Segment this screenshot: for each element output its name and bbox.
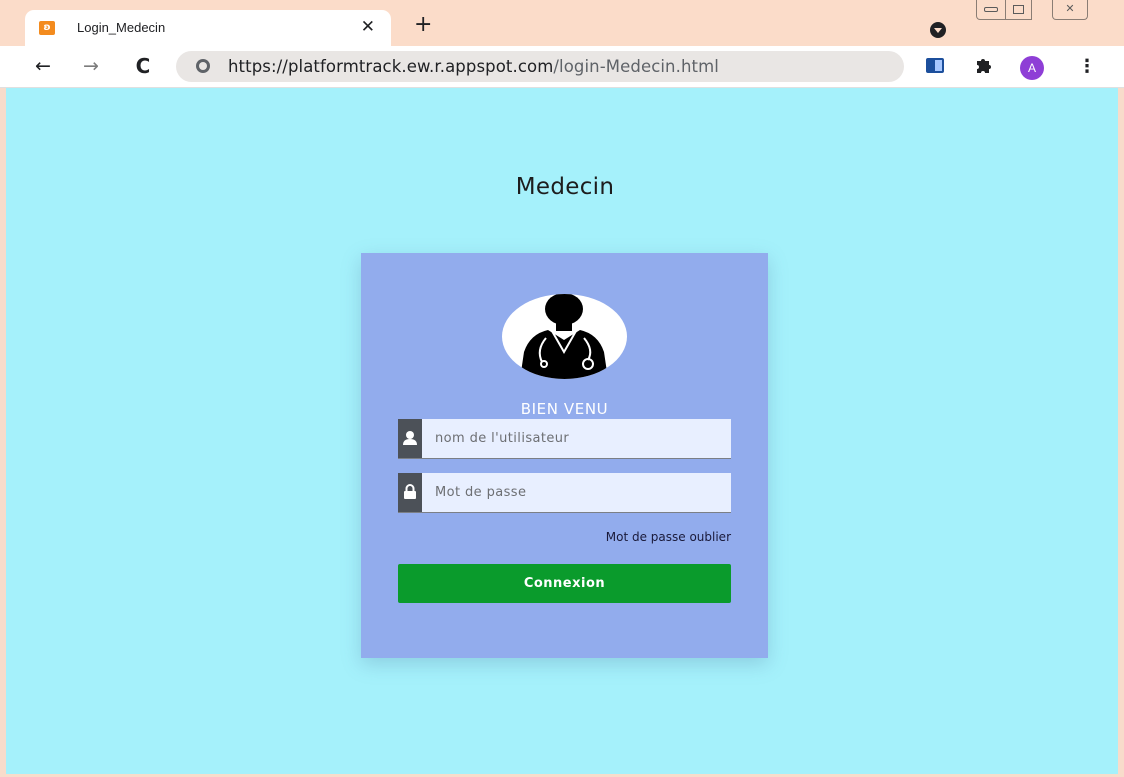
doctor-icon (502, 294, 627, 379)
window-frame-left (0, 88, 6, 777)
browser-menu-icon[interactable]: ⋮ (1078, 55, 1096, 79)
window-close-button[interactable]: ✕ (1052, 0, 1088, 20)
close-tab-icon[interactable]: ✕ (361, 17, 375, 37)
back-arrow-icon[interactable]: ← (30, 53, 56, 79)
address-bar[interactable]: https://platformtrack.ew.r.appspot.com/l… (176, 51, 904, 82)
url-text[interactable]: https://platformtrack.ew.r.appspot.com/l… (228, 57, 719, 76)
maximize-button[interactable] (1006, 0, 1032, 20)
xampp-icon: ʚ (39, 21, 55, 35)
new-tab-icon[interactable]: + (414, 14, 432, 36)
url-scheme: https:// (228, 57, 288, 76)
login-card: BIEN VENU Mot de passe oublier Connexion (361, 253, 768, 658)
tab-search-icon[interactable] (930, 22, 946, 38)
username-field (398, 419, 731, 459)
user-icon (398, 419, 422, 458)
forward-arrow-icon[interactable]: → (78, 53, 104, 79)
password-input[interactable] (422, 473, 731, 512)
connexion-button[interactable]: Connexion (398, 564, 731, 603)
tab-strip: ʚ Login_Medecin ✕ + ✕ (0, 0, 1124, 46)
browser-tab[interactable]: ʚ Login_Medecin ✕ (25, 10, 391, 46)
window-frame-right (1118, 88, 1124, 777)
lock-icon (398, 473, 422, 512)
url-path: /login-Medecin.html (553, 57, 719, 76)
browser-toolbar: ← → C https://platformtrack.ew.r.appspot… (0, 46, 1124, 88)
site-info-icon[interactable] (196, 59, 210, 73)
reload-icon[interactable]: C (130, 53, 156, 79)
page-title: Medecin (515, 174, 615, 200)
minimize-button[interactable] (976, 0, 1006, 20)
extensions-puzzle-icon[interactable] (975, 56, 993, 78)
welcome-heading: BIEN VENU (520, 400, 609, 418)
page-content: Medecin BIEN VENU nom de l'utilisateur M… (6, 88, 1118, 774)
url-host: platformtrack.ew.r.appspot.com (287, 57, 554, 76)
username-input[interactable] (422, 419, 731, 458)
forgot-password-link[interactable]: Mot de passe oublier (398, 530, 731, 544)
password-field (398, 473, 731, 513)
tab-title: Login_Medecin (77, 20, 166, 35)
reading-mode-icon[interactable] (926, 58, 944, 73)
profile-avatar[interactable]: A (1020, 56, 1044, 80)
